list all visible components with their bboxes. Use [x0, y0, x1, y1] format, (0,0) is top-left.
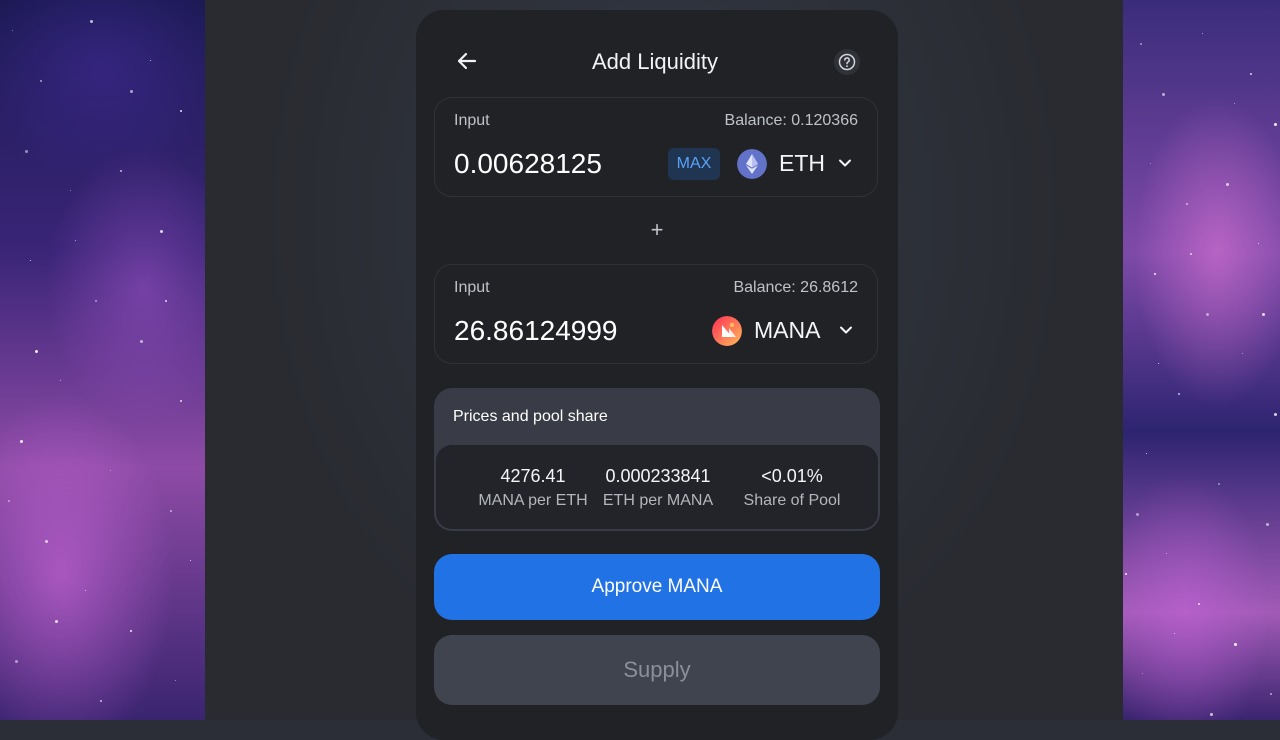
token-input-b: Input Balance: 26.8612 26.86124999 MANA [434, 264, 878, 364]
galaxy-background-right [1123, 0, 1280, 720]
token-name: MANA [754, 317, 821, 343]
star-decoration [25, 150, 28, 153]
star-decoration [180, 110, 182, 112]
star-decoration [75, 240, 76, 241]
star-decoration [1174, 633, 1175, 634]
star-decoration [1125, 573, 1127, 575]
star-decoration [1142, 673, 1143, 674]
token-selector-mana[interactable]: MANA [712, 313, 864, 349]
star-decoration [1158, 363, 1159, 364]
star-decoration [15, 660, 18, 663]
stat-mana-per-eth: 4276.41 MANA per ETH [458, 465, 608, 511]
star-decoration [175, 680, 176, 681]
stat-value: 0.000233841 [605, 466, 711, 486]
star-decoration [170, 510, 172, 512]
chevron-down-icon [839, 159, 851, 167]
star-decoration [1274, 123, 1277, 126]
stat-share-of-pool: <0.01% Share of Pool [732, 465, 852, 511]
star-decoration [1234, 643, 1237, 646]
star-decoration [1146, 453, 1147, 454]
star-decoration [60, 380, 61, 381]
token-selector-eth[interactable]: ETH [737, 146, 863, 182]
input-label: Input [454, 279, 490, 296]
star-decoration [30, 260, 31, 261]
star-decoration [190, 560, 191, 561]
plus-icon: + [650, 217, 664, 242]
star-decoration [180, 400, 182, 402]
star-decoration [55, 620, 58, 623]
galaxy-background-left [0, 0, 205, 720]
star-decoration [1242, 353, 1243, 354]
star-decoration [110, 470, 111, 471]
star-decoration [70, 190, 71, 191]
star-decoration [1226, 183, 1229, 186]
max-button[interactable]: MAX [668, 148, 720, 180]
stat-label: Share of Pool [743, 492, 841, 509]
star-decoration [1270, 693, 1272, 695]
star-decoration [1210, 713, 1213, 716]
star-decoration [1150, 163, 1151, 164]
star-decoration [1202, 33, 1203, 34]
star-decoration [20, 440, 23, 443]
star-decoration [1139, 43, 1142, 45]
star-decoration [40, 80, 42, 82]
supply-button[interactable]: Supply [434, 635, 880, 705]
star-decoration [1234, 103, 1235, 104]
stat-label: ETH per MANA [602, 492, 714, 509]
back-button[interactable] [454, 48, 480, 74]
star-decoration [1162, 93, 1165, 96]
star-decoration [1218, 483, 1220, 485]
chevron-down-icon [840, 326, 852, 334]
star-decoration [150, 60, 151, 61]
amount-input[interactable]: 26.86124999 [454, 315, 618, 347]
star-decoration [165, 300, 167, 302]
star-decoration [130, 630, 132, 632]
help-button[interactable] [834, 49, 860, 75]
approve-mana-button[interactable]: Approve MANA [434, 554, 880, 620]
star-decoration [1186, 203, 1188, 205]
star-decoration [100, 700, 102, 702]
stat-eth-per-mana: 0.000233841 ETH per MANA [588, 465, 728, 511]
eth-icon [737, 149, 767, 179]
star-decoration [12, 30, 13, 31]
star-decoration [1206, 313, 1209, 316]
star-decoration [45, 540, 48, 543]
star-decoration [8, 500, 10, 502]
star-decoration [1258, 243, 1259, 244]
star-decoration [90, 20, 93, 23]
token-input-a: Input Balance: 0.120366 0.00628125 MAX E… [434, 97, 878, 197]
star-decoration [1178, 393, 1180, 395]
token-name: ETH [779, 150, 825, 176]
star-decoration [160, 230, 163, 233]
balance-label: Balance: 0.120366 [724, 112, 858, 129]
stat-value: 4276.41 [500, 466, 566, 486]
pool-stats: 4276.41 MANA per ETH 0.000233841 ETH per… [436, 445, 878, 529]
amount-input[interactable]: 0.00628125 [454, 148, 602, 180]
star-decoration [140, 340, 143, 343]
page-title: Add Liquidity [592, 49, 718, 74]
star-decoration [1190, 253, 1192, 255]
pool-share-card: Prices and pool share 4276.41 MANA per E… [434, 388, 880, 531]
star-decoration [1274, 413, 1277, 416]
star-decoration [120, 170, 122, 172]
star-decoration [1262, 313, 1265, 316]
star-decoration [1198, 603, 1200, 605]
star-decoration [95, 300, 97, 302]
star-decoration [130, 90, 133, 93]
question-circle-icon [838, 53, 856, 71]
star-decoration [1266, 523, 1269, 526]
star-decoration [1154, 273, 1156, 275]
arrow-left-icon [457, 52, 477, 70]
mana-icon [712, 316, 742, 346]
pool-share-title: Prices and pool share [453, 408, 608, 425]
star-decoration [1166, 553, 1167, 554]
stat-value: <0.01% [761, 466, 823, 486]
stat-label: MANA per ETH [478, 492, 588, 509]
star-decoration [1250, 73, 1252, 75]
star-decoration [85, 590, 86, 591]
input-label: Input [454, 112, 490, 129]
balance-label: Balance: 26.8612 [733, 279, 858, 296]
star-decoration [35, 350, 38, 353]
